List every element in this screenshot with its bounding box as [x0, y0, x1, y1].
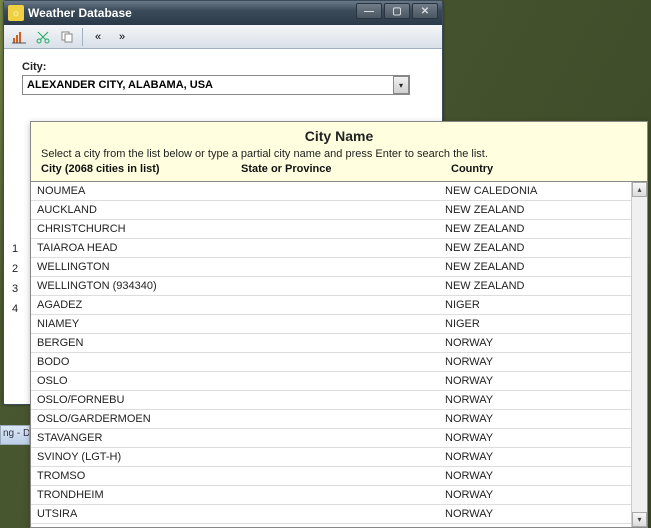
list-item-country: NORWAY: [445, 337, 631, 349]
nav-next-button[interactable]: »: [111, 27, 133, 47]
list-item-country: NEW ZEALAND: [445, 204, 631, 216]
list-item-city: BODO: [37, 356, 445, 368]
city-list-popup: City Name Select a city from the list be…: [30, 121, 648, 528]
list-item[interactable]: WELLINGTON (934340)NEW ZEALAND: [31, 277, 631, 296]
list-item-country: NORWAY: [445, 375, 631, 387]
list-item-city: WELLINGTON: [37, 261, 445, 273]
popup-instruction: Select a city from the list below or typ…: [41, 148, 637, 160]
list-item[interactable]: OSLO/GARDERMOENNORWAY: [31, 410, 631, 429]
list-item[interactable]: CHRISTCHURCHNEW ZEALAND: [31, 220, 631, 239]
toolbar: « »: [4, 25, 442, 49]
list-item-city: OSLO/FORNEBU: [37, 394, 445, 406]
side-hints: 1 2 3 4: [12, 241, 18, 321]
list-item[interactable]: STAVANGERNORWAY: [31, 429, 631, 448]
list-item-country: NIGER: [445, 299, 631, 311]
city-input-wrap: [22, 75, 410, 95]
list-item[interactable]: SVINOY (LGT-H)NORWAY: [31, 448, 631, 467]
column-country: Country: [451, 163, 637, 175]
list-item-city: NIAMEY: [37, 318, 445, 330]
close-button[interactable]: ✕: [412, 3, 438, 19]
column-headers: City (2068 cities in list) State or Prov…: [41, 163, 637, 175]
list-item[interactable]: UTSIRANORWAY: [31, 505, 631, 524]
list-item-country: NORWAY: [445, 508, 631, 520]
titlebar[interactable]: Weather Database — ▢ ✕: [4, 1, 442, 25]
list-item[interactable]: WELLINGTONNEW ZEALAND: [31, 258, 631, 277]
scroll-up-button[interactable]: ▴: [632, 182, 647, 197]
maximize-button[interactable]: ▢: [384, 3, 410, 19]
list-item-country: NORWAY: [445, 470, 631, 482]
list-item-country: NORWAY: [445, 413, 631, 425]
list-item-city: TRONDHEIM: [37, 489, 445, 501]
list-item-city: AUCKLAND: [37, 204, 445, 216]
list-item-city: NOUMEA: [37, 185, 445, 197]
list-item-country: NORWAY: [445, 432, 631, 444]
list-item[interactable]: BODONORWAY: [31, 353, 631, 372]
list-item-country: NORWAY: [445, 394, 631, 406]
popup-title: City Name: [41, 128, 637, 144]
list-item-city: SVINOY (LGT-H): [37, 451, 445, 463]
list-item-country: NIGER: [445, 318, 631, 330]
minimize-button[interactable]: —: [356, 3, 382, 19]
app-icon: [8, 5, 24, 21]
toolbar-separator: [82, 28, 83, 46]
list-item-city: CHRISTCHURCH: [37, 223, 445, 235]
side-hint-4: 4: [12, 301, 18, 321]
list-item-city: STAVANGER: [37, 432, 445, 444]
list-item[interactable]: TAIAROA HEADNEW ZEALAND: [31, 239, 631, 258]
list-area: NOUMEANEW CALEDONIAAUCKLANDNEW ZEALANDCH…: [31, 181, 647, 527]
city-input[interactable]: [22, 75, 410, 95]
list-item-city: UTSIRA: [37, 508, 445, 520]
list-item-city: OSLO/GARDERMOEN: [37, 413, 445, 425]
list-item-country: NORWAY: [445, 489, 631, 501]
column-state: State or Province: [241, 163, 451, 175]
list-item[interactable]: OSLONORWAY: [31, 372, 631, 391]
column-city: City (2068 cities in list): [41, 163, 241, 175]
list-item[interactable]: OSLO/FORNEBUNORWAY: [31, 391, 631, 410]
window-title: Weather Database: [28, 6, 132, 20]
list-item-country: NEW ZEALAND: [445, 242, 631, 254]
list-item-city: TAIAROA HEAD: [37, 242, 445, 254]
list-item[interactable]: AGADEZNIGER: [31, 296, 631, 315]
list-item-country: NORWAY: [445, 356, 631, 368]
list-item[interactable]: NIAMEYNIGER: [31, 315, 631, 334]
scrollbar[interactable]: ▴ ▾: [631, 182, 647, 527]
city-listbox[interactable]: NOUMEANEW CALEDONIAAUCKLANDNEW ZEALANDCH…: [31, 182, 631, 527]
copy-icon[interactable]: [56, 27, 78, 47]
list-item[interactable]: NOUMEANEW CALEDONIA: [31, 182, 631, 201]
list-item-country: NEW ZEALAND: [445, 223, 631, 235]
side-hint-1: 1: [12, 241, 18, 261]
list-item[interactable]: TRONDHEIMNORWAY: [31, 486, 631, 505]
scroll-down-button[interactable]: ▾: [632, 512, 647, 527]
list-item[interactable]: TROMSONORWAY: [31, 467, 631, 486]
content-area: City:: [4, 49, 442, 107]
side-hint-2: 2: [12, 261, 18, 281]
city-label: City:: [22, 61, 424, 73]
list-item-city: TROMSO: [37, 470, 445, 482]
window-controls: — ▢ ✕: [356, 3, 438, 19]
list-item-country: NEW CALEDONIA: [445, 185, 631, 197]
side-hint-3: 3: [12, 281, 18, 301]
city-dropdown-button[interactable]: [393, 76, 409, 94]
list-item-city: OSLO: [37, 375, 445, 387]
nav-prev-button[interactable]: «: [87, 27, 109, 47]
chart-icon[interactable]: [8, 27, 30, 47]
list-item-country: NORWAY: [445, 451, 631, 463]
list-item-city: BERGEN: [37, 337, 445, 349]
list-item-country: NEW ZEALAND: [445, 261, 631, 273]
list-item[interactable]: BERGENNORWAY: [31, 334, 631, 353]
list-item[interactable]: AUCKLANDNEW ZEALAND: [31, 201, 631, 220]
scissors-icon[interactable]: [32, 27, 54, 47]
taskbar-fragment[interactable]: ng - D: [0, 425, 30, 445]
popup-header: City Name Select a city from the list be…: [31, 122, 647, 181]
list-item-city: WELLINGTON (934340): [37, 280, 445, 292]
list-item-city: AGADEZ: [37, 299, 445, 311]
list-item-country: NEW ZEALAND: [445, 280, 631, 292]
